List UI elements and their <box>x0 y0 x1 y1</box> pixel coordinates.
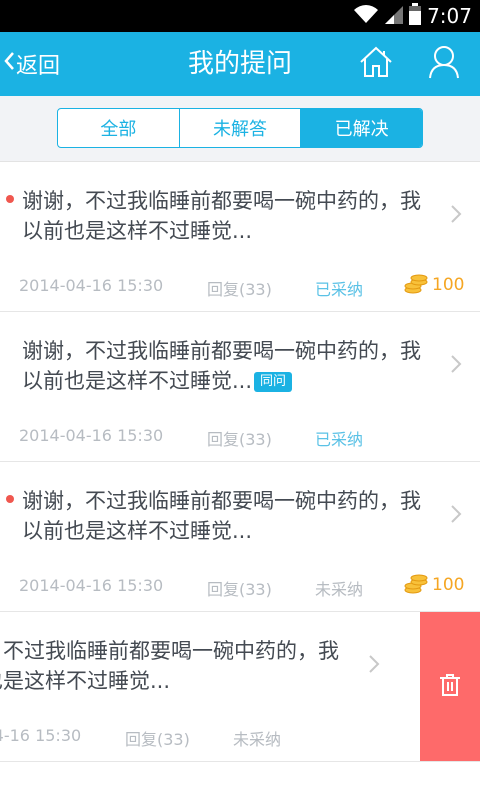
item-status: 已采纳 <box>315 280 364 299</box>
item-reward: 100 <box>404 572 464 598</box>
question-text: 谢谢，不过我临睡前都要喝一碗中药的，我以前也是这样不过睡觉... <box>0 639 339 693</box>
page-title: 我的提问 <box>187 49 292 79</box>
trash-icon <box>439 673 461 701</box>
unread-dot <box>6 495 14 503</box>
item-status: 未采纳 <box>315 580 364 599</box>
back-chevron-icon <box>4 51 14 77</box>
item-date: 2014-04-16 15:30 <box>19 276 164 295</box>
chevron-right-icon <box>448 352 464 376</box>
question-text: 谢谢，不过我临睡前都要喝一碗中药的，我以前也是这样不过睡觉... <box>22 189 421 243</box>
tab-all[interactable]: 全部 <box>58 109 180 147</box>
item-reply-count: 回复(33) <box>207 280 272 299</box>
status-time: 7:07 <box>427 4 472 28</box>
filter-bar: 全部 未解答 已解决 <box>0 96 480 162</box>
item-status: 已采纳 <box>315 430 364 449</box>
chevron-right-icon <box>448 502 464 526</box>
item-date: 2014-04-16 15:30 <box>19 576 164 595</box>
chevron-right-icon <box>448 202 464 226</box>
tab-resolved[interactable]: 已解决 <box>301 109 422 147</box>
question-text: 谢谢，不过我临睡前都要喝一碗中药的，我以前也是这样不过睡觉... 同问 <box>22 339 421 393</box>
item-reply-count: 回复(33) <box>125 730 190 749</box>
item-status: 未采纳 <box>233 730 282 749</box>
item-date: 2014-04-16 15:30 <box>0 726 82 745</box>
list-item[interactable]: 谢谢，不过我临睡前都要喝一碗中药的，我以前也是这样不过睡觉... 2014-04… <box>0 162 480 312</box>
back-button[interactable]: 返回 <box>4 32 60 96</box>
item-date: 2014-04-16 15:30 <box>19 426 164 445</box>
list-item[interactable]: 谢谢，不过我临睡前都要喝一碗中药的，我以前也是这样不过睡觉... 2014-04… <box>0 462 480 612</box>
reward-amount: 100 <box>432 575 465 595</box>
item-reply-count: 回复(33) <box>207 580 272 599</box>
coin-icon <box>404 572 428 598</box>
question-list: 谢谢，不过我临睡前都要喝一碗中药的，我以前也是这样不过睡觉... 2014-04… <box>0 162 480 762</box>
wifi-icon <box>353 4 379 28</box>
signal-icon <box>385 4 404 28</box>
reward-amount: 100 <box>432 275 465 295</box>
segmented-tabs: 全部 未解答 已解决 <box>57 108 423 148</box>
list-item[interactable]: 谢谢，不过我临睡前都要喝一碗中药的，我以前也是这样不过睡觉... 2014-04… <box>0 612 480 762</box>
home-button[interactable] <box>356 44 396 84</box>
delete-button[interactable] <box>420 612 480 761</box>
battery-icon <box>409 3 422 29</box>
profile-button[interactable] <box>424 44 464 84</box>
list-item[interactable]: 谢谢，不过我临睡前都要喝一碗中药的，我以前也是这样不过睡觉... 同问 2014-… <box>0 312 480 462</box>
tab-unanswered[interactable]: 未解答 <box>180 109 302 147</box>
item-reward: 100 <box>404 272 464 298</box>
item-reply-count: 回复(33) <box>207 430 272 449</box>
chevron-right-icon <box>366 652 382 676</box>
question-text: 谢谢，不过我临睡前都要喝一碗中药的，我以前也是这样不过睡觉... <box>22 489 421 543</box>
status-bar: 7:07 <box>0 0 480 32</box>
coin-icon <box>404 272 428 298</box>
app-header: 返回 我的提问 <box>0 32 480 96</box>
same-question-tag: 同问 <box>254 372 293 392</box>
user-icon <box>428 45 460 83</box>
back-label: 返回 <box>16 54 61 79</box>
home-icon <box>359 46 393 82</box>
unread-dot <box>6 195 14 203</box>
